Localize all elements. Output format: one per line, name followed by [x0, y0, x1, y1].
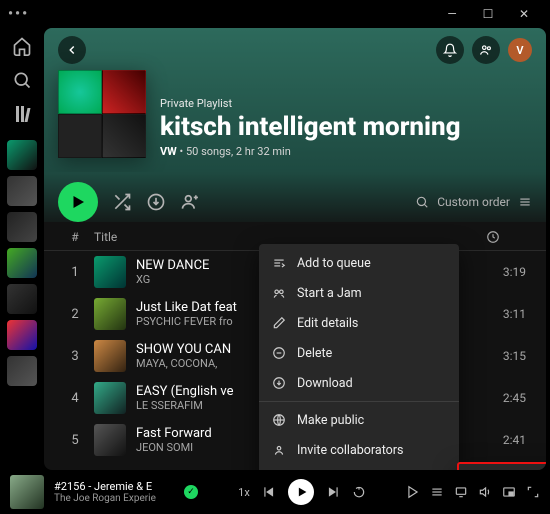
playlist-title[interactable]: kitsch intelligent morning: [160, 114, 461, 141]
playlist-meta: VW • 50 songs, 2 hr 32 min: [160, 145, 461, 158]
shuffle-button[interactable]: [112, 192, 132, 212]
miniplayer-button[interactable]: [502, 485, 516, 499]
next-button[interactable]: [326, 485, 340, 499]
sidebar-playlist-thumb[interactable]: [7, 212, 37, 242]
track-art: [94, 340, 126, 372]
sidebar-playlist-thumb[interactable]: [7, 140, 37, 170]
sidebar-playlist-thumb[interactable]: [7, 356, 37, 386]
sort-order[interactable]: Custom order: [415, 195, 532, 209]
clock-icon: [486, 230, 500, 244]
menu-edit-details[interactable]: Edit details: [259, 308, 459, 338]
library-icon[interactable]: [10, 102, 34, 126]
sidebar-playlist-thumb[interactable]: [7, 284, 37, 314]
menu-add-to-queue[interactable]: Add to queue: [259, 248, 459, 278]
menu-exclude-taste[interactable]: Exclude from your taste profile: [259, 465, 459, 470]
queue-button[interactable]: [430, 485, 444, 499]
list-view-icon[interactable]: [518, 195, 532, 209]
now-playing-art[interactable]: [10, 475, 44, 509]
download-button[interactable]: [146, 192, 166, 212]
track-art: [94, 298, 126, 330]
play-button[interactable]: [58, 182, 98, 222]
back-button[interactable]: [58, 36, 86, 64]
search-in-playlist-icon[interactable]: [415, 195, 429, 209]
pencil-icon: [271, 315, 287, 331]
notifications-button[interactable]: [436, 36, 464, 64]
jam-icon: [271, 285, 287, 301]
user-icon: [271, 442, 287, 458]
track-art: [94, 256, 126, 288]
minus-circle-icon: [271, 345, 287, 361]
search-icon[interactable]: [10, 68, 34, 92]
sidebar-playlist-thumb[interactable]: [7, 320, 37, 350]
menu-download[interactable]: Download: [259, 368, 459, 398]
devices-button[interactable]: [454, 485, 468, 499]
menu-make-public[interactable]: Make public: [259, 405, 459, 435]
main-panel: V Private Playlist kitsch intelligent mo…: [44, 28, 546, 470]
submenu-copy-link[interactable]: Copy link to playlist: [458, 466, 546, 470]
sidebar-playlist-thumb[interactable]: [7, 176, 37, 206]
playlist-cover[interactable]: [58, 70, 146, 158]
user-avatar[interactable]: V: [508, 38, 532, 62]
now-playing-subtitle[interactable]: The Joe Rogan Experie: [54, 493, 174, 504]
home-icon[interactable]: [10, 34, 34, 58]
sidebar: [0, 28, 44, 470]
column-duration[interactable]: [486, 230, 526, 244]
app-menu-button[interactable]: •••: [8, 6, 29, 22]
menu-delete[interactable]: Delete: [259, 338, 459, 368]
now-playing-bar: #2156 - Jeremie & E The Joe Rogan Experi…: [0, 470, 550, 514]
now-playing-title[interactable]: #2156 - Jeremie & E: [54, 480, 174, 493]
column-index: #: [64, 230, 86, 244]
window-minimize-button[interactable]: —: [434, 7, 470, 21]
download-icon: [271, 375, 287, 391]
track-duration: 3:19: [486, 265, 526, 279]
context-menu: Add to queue Start a Jam Edit details De…: [259, 244, 459, 470]
friends-button[interactable]: [472, 36, 500, 64]
volume-button[interactable]: [478, 485, 492, 499]
column-title[interactable]: Title: [86, 230, 336, 244]
fullscreen-button[interactable]: [526, 485, 540, 499]
invite-collaborators-button[interactable]: [180, 192, 200, 212]
prev-button[interactable]: [262, 485, 276, 499]
window-close-button[interactable]: ✕: [506, 7, 542, 21]
skip-forward-button[interactable]: [352, 485, 366, 499]
playlist-owner[interactable]: VW: [160, 145, 177, 158]
playlist-type-label: Private Playlist: [160, 97, 461, 110]
track-duration: 2:41: [486, 433, 526, 447]
queue-icon: [271, 255, 287, 271]
track-duration: 3:11: [486, 307, 526, 321]
track-duration: 3:15: [486, 349, 526, 363]
window-maximize-button[interactable]: ☐: [470, 7, 506, 21]
sort-order-label: Custom order: [437, 195, 510, 209]
playlist-controls: Custom order: [44, 172, 546, 222]
lyrics-button[interactable]: [406, 485, 420, 499]
play-pause-button[interactable]: [288, 479, 314, 505]
menu-invite-collaborators[interactable]: Invite collaborators: [259, 435, 459, 465]
added-check-icon[interactable]: ✓: [184, 485, 198, 499]
sidebar-playlist-thumb[interactable]: [7, 248, 37, 278]
menu-start-jam[interactable]: Start a Jam: [259, 278, 459, 308]
track-duration: 2:45: [486, 391, 526, 405]
sidebar-playlist-thumbnails: [7, 140, 37, 386]
track-art: [94, 424, 126, 456]
window-titlebar: ••• — ☐ ✕: [0, 0, 550, 28]
track-art: [94, 382, 126, 414]
share-submenu: Copy link to playlist Embed playlist: [458, 463, 546, 470]
playlist-header: V Private Playlist kitsch intelligent mo…: [44, 28, 546, 172]
globe-icon: [271, 412, 287, 428]
speed-button[interactable]: 1x: [238, 486, 250, 499]
